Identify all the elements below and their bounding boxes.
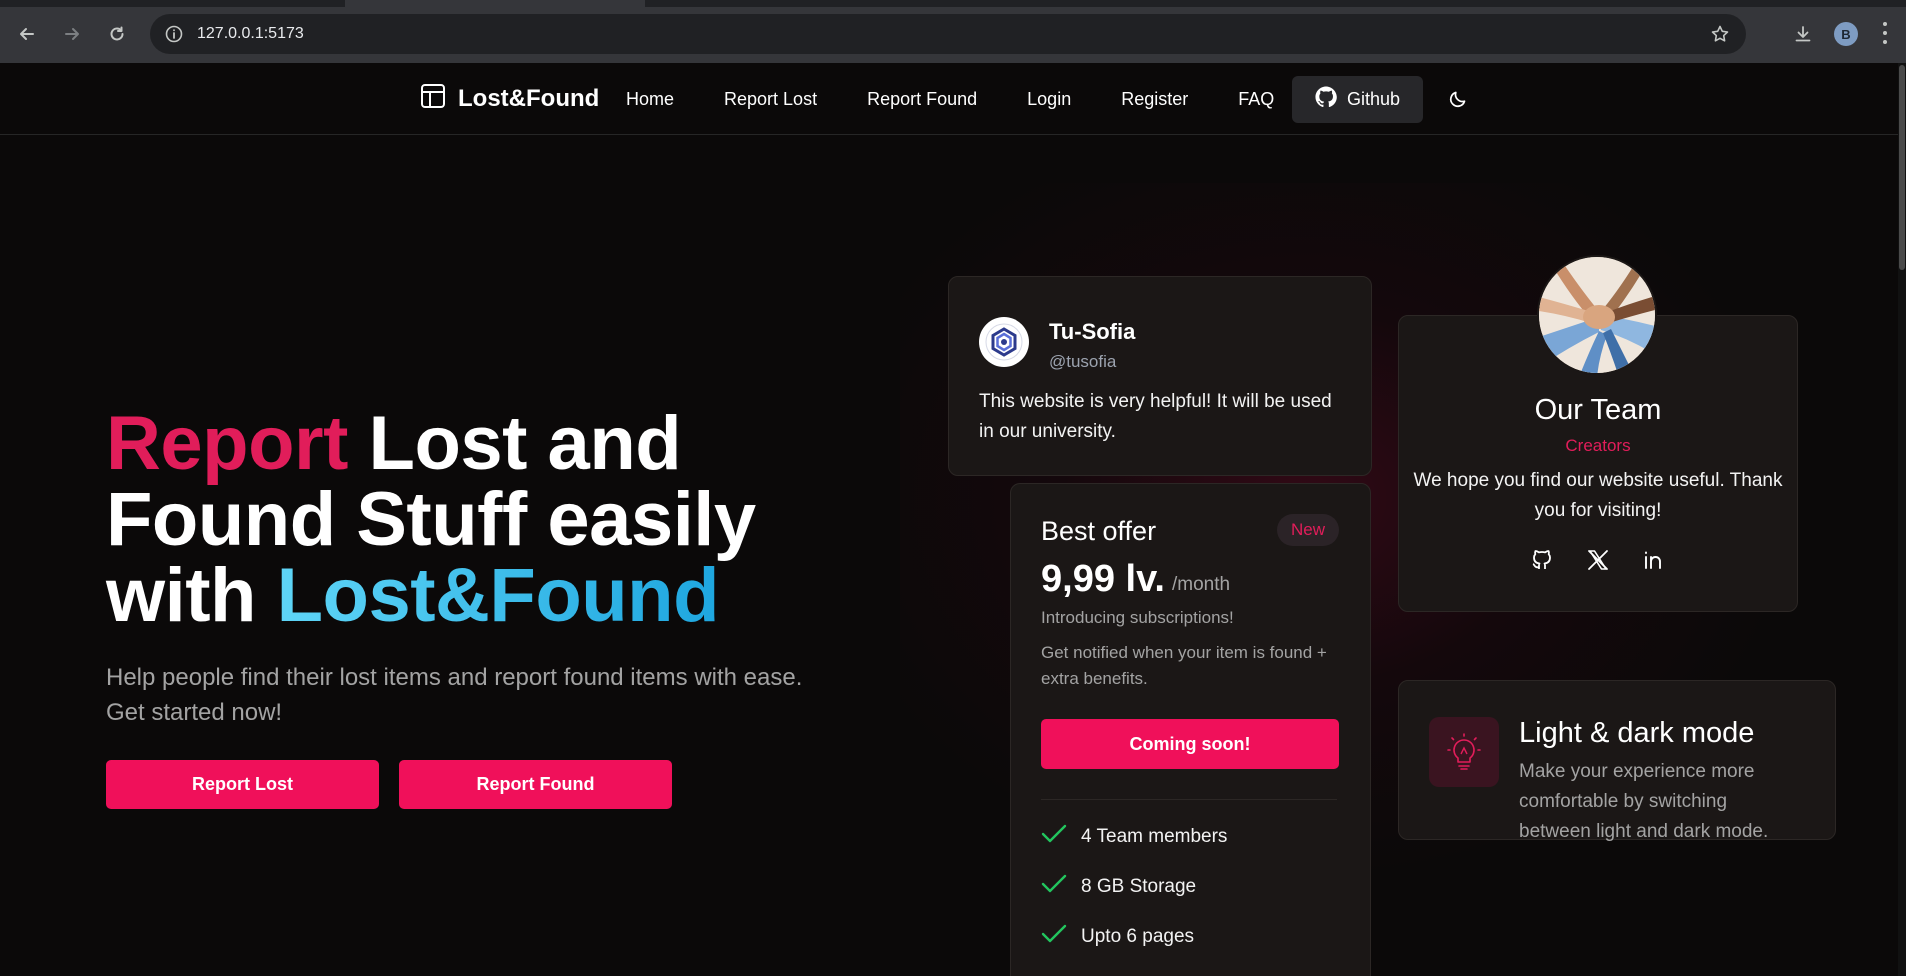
team-socials (1399, 546, 1797, 574)
hero-title-report: Report (106, 401, 348, 486)
brand-name: Lost&Found (458, 84, 600, 112)
nav-faq[interactable]: FAQ (1213, 81, 1299, 117)
browser-chrome: 127.0.0.1:5173 B (0, 0, 1906, 63)
nav-report-found[interactable]: Report Found (842, 81, 1002, 117)
x-icon[interactable] (1584, 546, 1612, 574)
active-tab[interactable] (345, 0, 645, 7)
offer-period: /month (1172, 574, 1231, 595)
report-lost-button[interactable]: Report Lost (106, 760, 379, 809)
bookmark-star-icon[interactable] (1708, 22, 1732, 46)
team-text: We hope you find our website useful. Tha… (1413, 470, 1783, 521)
github-button[interactable]: Github (1292, 76, 1423, 123)
feature-text: Make your experience more comfortable by… (1519, 761, 1769, 842)
moon-icon[interactable] (1446, 87, 1470, 111)
new-badge: New (1277, 514, 1339, 546)
page-scrollbar[interactable] (1898, 63, 1906, 976)
download-icon[interactable] (1789, 20, 1817, 48)
page: Lost&Found Home Report Lost Report Found… (0, 63, 1906, 976)
address-bar[interactable]: 127.0.0.1:5173 (150, 14, 1746, 54)
site-navbar: Lost&Found Home Report Lost Report Found… (0, 63, 1898, 135)
offer-price: 9,99 lv. (1041, 558, 1165, 600)
coming-soon-button[interactable]: Coming soon! (1041, 719, 1339, 769)
check-icon (1041, 823, 1067, 851)
lightbulb-icon (1429, 717, 1499, 787)
offer-card: Best offer New 9,99 lv. /month Introduci… (1010, 483, 1371, 976)
nav-report-lost[interactable]: Report Lost (699, 81, 842, 117)
offer-feature: 4 Team members (1041, 823, 1227, 851)
offer-divider (1041, 799, 1337, 800)
scrollbar-thumb[interactable] (1899, 65, 1905, 270)
offer-feature-label: 8 GB Storage (1081, 876, 1197, 897)
feature-title: Light & dark mode (1519, 717, 1755, 749)
hero-title: Report Lost and Found Stuff easily with … (106, 406, 926, 634)
url-text[interactable]: 127.0.0.1:5173 (197, 25, 304, 43)
tab-strip (0, 0, 1906, 7)
forward-icon[interactable] (58, 20, 86, 48)
profile-avatar[interactable]: B (1834, 22, 1858, 46)
nav-home[interactable]: Home (604, 81, 699, 117)
offer-feature: Upto 6 pages (1041, 923, 1194, 951)
hero-title-brand: Lost&Found (276, 553, 720, 638)
reload-icon[interactable] (103, 20, 131, 48)
nav-login[interactable]: Login (1002, 81, 1096, 117)
offer-feature-label: 4 Team members (1081, 826, 1228, 847)
offer-description: Get notified when your item is found + e… (1041, 643, 1327, 688)
github-label: Github (1346, 89, 1401, 109)
team-photo (1537, 255, 1657, 375)
browser-menu-icon[interactable] (1882, 22, 1888, 44)
layout-icon (420, 83, 446, 114)
team-title: Our Team (1534, 394, 1662, 426)
nav-register[interactable]: Register (1096, 81, 1213, 117)
team-role: Creators (1565, 436, 1631, 455)
back-icon[interactable] (13, 20, 41, 48)
testimonial-handle: @tusofia (1049, 352, 1117, 371)
linkedin-icon[interactable] (1640, 546, 1668, 574)
light-dark-feature-card: Light & dark mode Make your experience m… (1398, 680, 1836, 842)
site-info-icon[interactable] (164, 24, 184, 44)
github-icon (1315, 86, 1337, 113)
testimonial-card: Tu-Sofia @tusofia This website is very h… (948, 276, 1372, 476)
testimonial-name: Tu-Sofia (1049, 319, 1136, 344)
offer-feature: 8 GB Storage (1041, 873, 1196, 901)
nav-links: Home Report Lost Report Found Login Regi… (604, 81, 1299, 117)
report-found-button[interactable]: Report Found (399, 760, 672, 809)
testimonial-text: This website is very helpful! It will be… (979, 391, 1332, 442)
offer-intro: Introducing subscriptions! (1041, 608, 1234, 627)
tu-sofia-logo (979, 317, 1029, 367)
hero-subtitle: Help people find their lost items and re… (106, 664, 803, 726)
offer-title: Best offer (1041, 516, 1157, 546)
brand[interactable]: Lost&Found (420, 83, 599, 114)
github-icon[interactable] (1528, 546, 1556, 574)
offer-feature-label: Upto 6 pages (1081, 926, 1195, 947)
check-icon (1041, 873, 1067, 901)
check-icon (1041, 923, 1067, 951)
